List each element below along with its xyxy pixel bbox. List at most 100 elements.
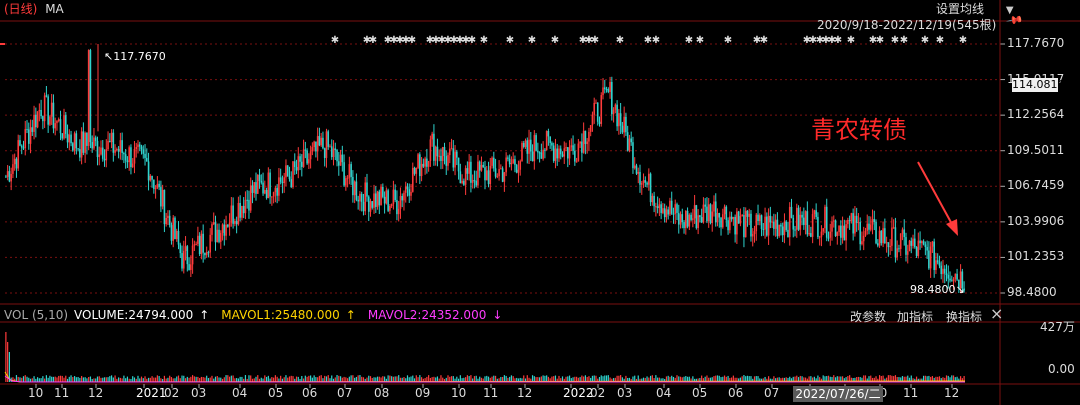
candle-body — [191, 245, 194, 265]
candle-body — [128, 147, 130, 163]
candle-body — [852, 213, 854, 234]
candle-body — [285, 165, 287, 178]
volume-bar — [51, 376, 53, 382]
candle-body — [390, 204, 393, 207]
volume-bar — [169, 375, 171, 382]
candle-body — [758, 215, 761, 222]
grid-lines — [5, 43, 1005, 294]
candle-body — [193, 244, 196, 246]
candle-body — [376, 191, 379, 207]
volume-bar — [70, 375, 72, 382]
candle-body — [8, 171, 11, 182]
switch-indicator-button[interactable]: 换指标 — [946, 308, 982, 325]
candle-body — [766, 216, 768, 236]
candle-body — [720, 217, 722, 228]
settings-ma-button[interactable]: 设置均线 ▼ — [936, 0, 1014, 17]
candle-body — [45, 95, 48, 97]
candle-body — [249, 185, 252, 211]
event-marker: ✱ — [591, 35, 599, 46]
candle-body — [103, 158, 106, 161]
candle-body — [255, 182, 257, 194]
volume-bar — [280, 375, 282, 382]
edit-params-button[interactable]: 改参数 — [850, 308, 886, 325]
volume-bar — [248, 375, 250, 382]
candle-body — [223, 224, 226, 236]
candle-body — [124, 154, 127, 161]
candle-body — [459, 171, 462, 184]
candle-body — [399, 196, 402, 209]
candle-body — [679, 214, 682, 225]
volume-bar — [103, 377, 106, 382]
candle-body — [327, 131, 330, 147]
candle-body — [922, 241, 925, 245]
volume-bar — [320, 375, 322, 382]
volume-bar — [75, 377, 77, 382]
candle-body — [656, 206, 659, 209]
candle-body — [577, 143, 580, 162]
candle-body — [674, 204, 677, 214]
candle-body — [692, 218, 694, 220]
volume-bar — [73, 376, 76, 382]
candle-body — [683, 222, 685, 229]
candle-body — [119, 140, 122, 152]
candle-body — [131, 163, 134, 168]
volume-bar — [290, 375, 292, 382]
candle-body — [744, 210, 747, 238]
candle-body — [77, 148, 79, 150]
event-marker: ✱ — [876, 35, 884, 46]
candle-body — [660, 204, 662, 213]
candle-body — [808, 233, 810, 235]
candle-body — [861, 241, 863, 245]
candle-body — [466, 168, 469, 174]
volume-bar — [352, 375, 354, 382]
candle-body — [211, 224, 213, 235]
candle-body — [616, 104, 618, 127]
add-indicator-button[interactable]: 加指标 — [897, 308, 933, 325]
candle-body — [105, 149, 108, 161]
candle-body — [456, 151, 458, 158]
candle-body — [20, 145, 23, 148]
candle-body — [859, 222, 861, 245]
candle-body — [242, 205, 245, 214]
vol-title[interactable]: VOL (5,10) — [4, 308, 68, 322]
candle-body — [94, 137, 97, 141]
candle-body — [293, 161, 296, 168]
volume-bar — [82, 377, 84, 382]
candle-body — [949, 278, 951, 281]
volume-bar — [428, 375, 430, 382]
candle-body — [570, 145, 573, 148]
volume-bar — [276, 376, 278, 382]
candle-body — [230, 205, 233, 223]
volume-bar — [65, 375, 67, 382]
candle-body — [862, 235, 865, 242]
close-icon[interactable]: × — [990, 304, 1003, 323]
event-marker: ✱ — [331, 35, 339, 46]
ma-label[interactable]: MA — [45, 2, 64, 16]
candle-body — [256, 174, 259, 194]
candle-body — [514, 159, 516, 165]
y-tick-label: 103.9906 — [1007, 213, 1065, 228]
candle-body — [477, 161, 479, 186]
candle-body — [445, 156, 448, 166]
candle-body — [436, 146, 439, 157]
period-label[interactable]: (日线) — [4, 2, 37, 16]
candle-body — [607, 89, 610, 92]
candle-body — [318, 136, 321, 146]
candle-body — [172, 217, 175, 241]
candle-body — [533, 135, 536, 162]
candle-body — [718, 212, 721, 218]
candle-body — [649, 173, 652, 203]
candle-body — [19, 140, 21, 146]
candle-body — [246, 199, 249, 201]
x-tick-label: 12 — [517, 386, 533, 400]
volume-bar — [190, 376, 192, 382]
candle-body — [723, 206, 726, 215]
candle-body — [609, 81, 611, 92]
candle-body — [905, 237, 907, 255]
candle-body — [831, 221, 833, 232]
candle-body — [68, 134, 71, 143]
volume-bar — [183, 375, 185, 382]
volume-bar — [338, 375, 340, 382]
candle-body — [773, 221, 775, 229]
candle-body — [574, 150, 576, 162]
